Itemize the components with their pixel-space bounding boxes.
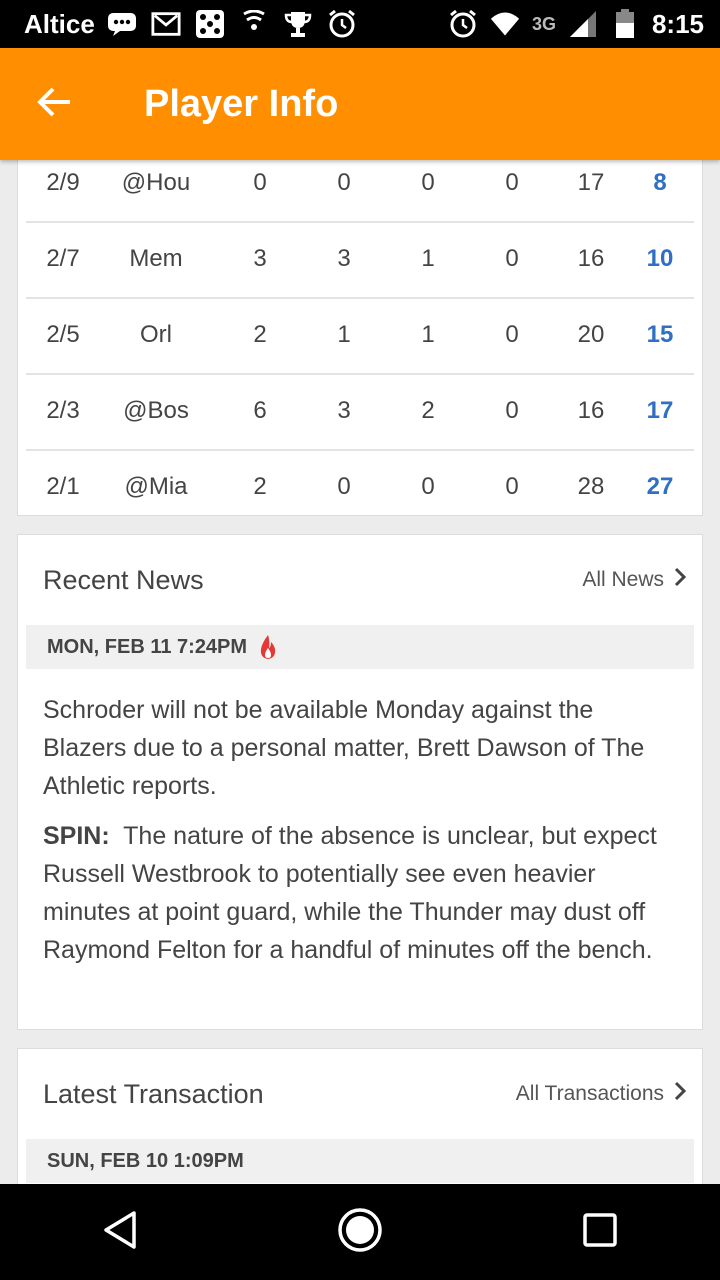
game-stat: 1 — [337, 321, 351, 348]
news-text: Schroder will not be available Monday ag… — [43, 696, 645, 800]
game-stat: 3 — [337, 245, 351, 272]
latest-transaction-heading: Latest Transaction — [43, 1079, 264, 1109]
game-stat: 2 — [253, 473, 267, 500]
game-stat: 0 — [505, 321, 519, 348]
game-stat: 0 — [253, 169, 267, 196]
game-date: 2/1 — [46, 473, 80, 500]
gmail-notification-icon — [151, 9, 181, 39]
news-date: MON, FEB 11 7:24PM — [47, 635, 248, 658]
game-log-row[interactable]: 2/7 Mem 3 3 1 0 16 10 — [26, 221, 694, 299]
chevron-right-icon — [674, 1081, 687, 1107]
game-date: 2/9 — [46, 169, 80, 196]
game-stat: 1 — [421, 245, 435, 272]
news-spin: SPIN: The nature of the absence is uncle… — [43, 817, 663, 969]
content-scroll-area[interactable]: 2/9 @Hou 0 0 0 0 17 8 2/7 Mem 3 3 1 0 16… — [0, 160, 720, 1184]
game-stat: 3 — [253, 245, 267, 272]
nav-back-button[interactable] — [80, 1192, 160, 1272]
alarm-notification-icon — [327, 9, 357, 39]
all-transactions-link[interactable]: All Transactions — [515, 1081, 687, 1107]
wifi-icon — [490, 9, 520, 39]
game-stat: 0 — [505, 169, 519, 196]
page-title: Player Info — [144, 82, 339, 125]
game-stat: 0 — [505, 397, 519, 424]
game-opponent: Orl — [140, 321, 172, 348]
game-log-row[interactable]: 2/9 @Hou 0 0 0 0 17 8 — [26, 160, 694, 223]
game-stat: 3 — [337, 397, 351, 424]
game-minutes: 16 — [577, 397, 605, 424]
game-points: 17 — [646, 397, 674, 424]
news-body: Schroder will not be available Monday ag… — [43, 691, 663, 981]
game-opponent: @Mia — [124, 473, 188, 500]
game-stat: 6 — [253, 397, 267, 424]
arrow-back-icon — [36, 86, 72, 123]
game-points: 27 — [646, 473, 674, 500]
dice-notification-icon — [195, 9, 225, 39]
game-stat: 0 — [421, 169, 435, 196]
game-stat: 0 — [421, 473, 435, 500]
game-stat: 0 — [337, 169, 351, 196]
game-date: 2/7 — [46, 245, 80, 272]
recent-news-card: Recent News All News MON, FEB 11 7:24PM … — [17, 534, 703, 1030]
chevron-right-icon — [674, 567, 687, 593]
app-bar: Player Info — [0, 48, 720, 160]
game-points: 8 — [653, 169, 667, 196]
circle-home-icon — [337, 1207, 383, 1258]
nav-recents-button[interactable] — [560, 1192, 640, 1272]
all-news-link[interactable]: All News — [582, 567, 687, 593]
game-points: 15 — [646, 321, 674, 348]
shield-notification-icon — [239, 9, 269, 39]
network-type: 3G — [531, 13, 556, 34]
game-stat: 1 — [421, 321, 435, 348]
game-points: 10 — [646, 245, 674, 272]
all-transactions-label: All Transactions — [515, 1082, 664, 1105]
transaction-date-strip: SUN, FEB 10 1:09PM — [26, 1139, 694, 1183]
game-log-row[interactable]: 2/5 Orl 2 1 1 0 20 15 — [26, 297, 694, 375]
system-nav-bar — [0, 1184, 720, 1280]
news-date-strip: MON, FEB 11 7:24PM — [26, 625, 694, 669]
latest-transaction-card: Latest Transaction All Transactions SUN,… — [17, 1048, 703, 1184]
game-log-row[interactable]: 2/1 @Mia 2 0 0 0 28 27 — [26, 449, 694, 525]
game-opponent: @Hou — [121, 169, 191, 196]
triangle-back-icon — [102, 1210, 138, 1255]
battery-icon — [610, 9, 640, 39]
back-button[interactable] — [24, 74, 84, 134]
game-date: 2/3 — [46, 397, 80, 424]
game-minutes: 17 — [577, 169, 605, 196]
recent-news-heading: Recent News — [43, 565, 204, 595]
game-stat: 2 — [421, 397, 435, 424]
game-minutes: 20 — [577, 321, 605, 348]
transaction-date: SUN, FEB 10 1:09PM — [47, 1149, 244, 1172]
fire-icon — [259, 634, 277, 660]
nav-home-button[interactable] — [320, 1192, 400, 1272]
carrier-name: Altice — [24, 8, 95, 39]
chat-notification-icon — [107, 9, 137, 39]
game-minutes: 28 — [577, 473, 605, 500]
game-stat: 0 — [337, 473, 351, 500]
clock-time: 8:15 — [651, 8, 704, 39]
game-minutes: 16 — [577, 245, 605, 272]
game-stat: 0 — [505, 473, 519, 500]
spin-label: SPIN: — [43, 822, 110, 850]
game-opponent: Mem — [129, 245, 183, 272]
alarm-icon — [448, 9, 478, 39]
game-log-card: 2/9 @Hou 0 0 0 0 17 8 2/7 Mem 3 3 1 0 16… — [17, 160, 703, 516]
game-opponent: @Bos — [123, 397, 189, 424]
signal-icon — [568, 9, 598, 39]
spin-text: The nature of the absence is unclear, bu… — [43, 822, 657, 964]
square-recents-icon — [582, 1212, 618, 1253]
game-date: 2/5 — [46, 321, 80, 348]
game-log-row[interactable]: 2/3 @Bos 6 3 2 0 16 17 — [26, 373, 694, 451]
game-stat: 0 — [505, 245, 519, 272]
game-stat: 2 — [253, 321, 267, 348]
all-news-label: All News — [582, 568, 664, 591]
status-bar: Altice 3G 8:15 — [0, 0, 720, 48]
trophy-notification-icon — [283, 9, 313, 39]
